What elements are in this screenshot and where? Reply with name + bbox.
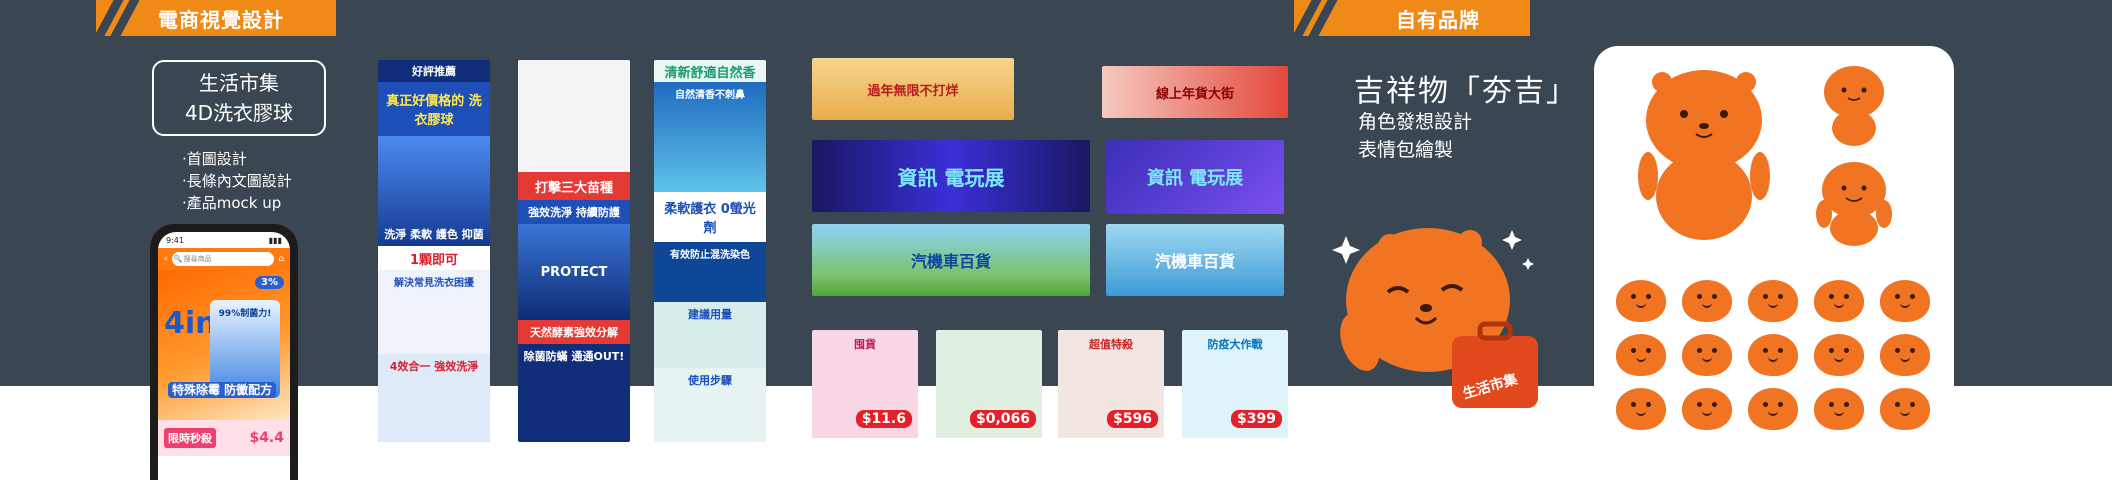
cart-icon: ⌂	[278, 254, 284, 264]
sale-price: $4.4	[249, 430, 284, 446]
mascot-full-body	[1638, 70, 1770, 240]
back-icon: ‹	[164, 254, 168, 264]
sticker-face	[1748, 280, 1798, 322]
banner-title: 汽機車百貨	[910, 252, 991, 271]
status-bar: 9:41 ▮▮▮	[158, 232, 290, 248]
banner-title: 過年無限不打烊	[867, 83, 959, 99]
sale-bar: 限時秒殺 $4.4	[158, 420, 290, 456]
mascot-sub-line: 角色發想設計	[1358, 111, 1473, 133]
panel-segment: 自然清香不刺鼻	[654, 82, 766, 192]
panel-segment: 真正好價格的 洗衣膠球	[378, 82, 490, 136]
banner-game-expo-wide: 資訊 電玩展	[812, 140, 1090, 212]
panel-segment: 有效防止混洗染色	[654, 242, 766, 302]
banner-title: 資訊 電玩展	[897, 165, 1005, 190]
sticker-face	[1682, 280, 1732, 322]
square-ad-1: 囤貨 $11.6	[812, 330, 918, 438]
percent-badge: 3%	[255, 276, 284, 289]
sticker-face	[1880, 334, 1930, 376]
mascot-small-1	[1824, 66, 1884, 146]
search-row: ‹ 搜尋商品 ⌂	[158, 248, 290, 270]
banner-vehicle-wide: 汽機車百貨	[812, 224, 1090, 296]
panel-image	[518, 60, 630, 172]
mascot-card	[1594, 46, 1954, 450]
banner-title: 資訊 電玩展	[1146, 168, 1244, 189]
panel-segment: PROTECT	[518, 224, 630, 320]
panel-segment: 除菌防蟎 通通OUT!	[518, 344, 630, 442]
product-banner: 3% 4in1 99%制菌力! 特殊除霉 防黴配方	[158, 270, 290, 420]
mascot-title: 吉祥物「夯吉」	[1354, 74, 1578, 109]
sticker-face	[1616, 388, 1666, 430]
header-own-brand: 自有品牌	[1292, 0, 1530, 36]
panel-segment: 建議用量	[654, 302, 766, 368]
project-name-box: 生活市集 4D洗衣膠球	[152, 60, 326, 136]
sticker-face	[1748, 334, 1798, 376]
header-own-brand-label: 自有品牌	[1396, 7, 1480, 32]
square-price: $596	[1107, 410, 1158, 428]
panel-segment: 解決常見洗衣困擾	[378, 270, 490, 354]
square-price: $11.6	[855, 410, 912, 428]
sticker-face	[1814, 334, 1864, 376]
square-ad-2: $0,066	[936, 330, 1042, 438]
bullet-item: ‧首圖設計	[182, 150, 247, 168]
project-name-line2: 4D洗衣膠球	[184, 101, 294, 125]
mascot-sub-line: 表情包繪製	[1358, 139, 1454, 161]
sticker-face	[1616, 334, 1666, 376]
sticker-face	[1682, 334, 1732, 376]
header-ecommerce-label: 電商視覺設計	[158, 7, 284, 32]
long-image-panel-3: 清新舒適自然香 自然清香不刺鼻 柔軟護衣 0螢光劑 有效防止混洗染色 建議用量 …	[654, 60, 766, 442]
product-text: 99%制菌力!	[218, 309, 272, 319]
search-input[interactable]: 搜尋商品	[171, 252, 275, 266]
square-title: 防疫大作戰	[1207, 338, 1263, 351]
mascot-illustration	[1332, 228, 1538, 408]
sticker-face	[1616, 280, 1666, 322]
bullet-item: ‧長條內文圖設計	[182, 172, 292, 190]
mascot-subtitle: 角色發想設計 表情包繪製	[1358, 108, 1472, 164]
long-image-panel-1: 好評推薦 真正好價格的 洗衣膠球 洗淨 柔軟 護色 抑菌 1顆即可 解決常見洗衣…	[378, 60, 490, 442]
panel-segment: 1顆即可	[378, 246, 490, 270]
battery-icon: ▮▮▮	[268, 235, 282, 245]
sticker-face	[1682, 388, 1732, 430]
sticker-face	[1814, 280, 1864, 322]
sticker-face	[1814, 388, 1864, 430]
banner-new-year: 過年無限不打烊	[812, 58, 1014, 120]
banner-market: 線上年貨大街	[1102, 66, 1288, 118]
banner-game-expo: 資訊 電玩展	[1106, 140, 1284, 214]
phone-screen: 9:41 ▮▮▮ ‹ 搜尋商品 ⌂ 3% 4in1 99%制菌力! 特殊除霉 防…	[158, 232, 290, 480]
square-ad-3: 超值特殺 $596	[1058, 330, 1164, 438]
sticker-face	[1880, 280, 1930, 322]
panel-segment: 強效洗淨 持續防護	[518, 200, 630, 224]
panel-segment: 打擊三大苗種	[518, 172, 630, 200]
square-title: 囤貨	[854, 338, 876, 351]
feature-text: 特殊除霉 防黴配方	[168, 382, 277, 398]
panel-segment: 清新舒適自然香	[654, 60, 766, 82]
status-time: 9:41	[166, 235, 184, 245]
mascot-small-2	[1816, 162, 1892, 246]
panel-segment: 洗淨 柔軟 護色 抑菌	[378, 136, 490, 246]
sticker-face	[1880, 388, 1930, 430]
panel-segment: 使用步驟	[654, 368, 766, 442]
banner-title: 汽機車百貨	[1154, 252, 1235, 271]
sale-tag: 限時秒殺	[164, 428, 216, 448]
project-name-line1: 生活市集	[199, 71, 279, 95]
square-ad-4: 防疫大作戰 $399	[1182, 330, 1288, 438]
stripe-icon	[1292, 0, 1338, 36]
header-ecommerce: 電商視覺設計	[94, 0, 336, 36]
square-price: $0,066	[969, 410, 1036, 428]
panel-segment: 4效合一 強效洗淨	[378, 354, 490, 442]
panel-segment: 柔軟護衣 0螢光劑	[654, 192, 766, 242]
long-image-panel-2: 打擊三大苗種 強效洗淨 持續防護 PROTECT 天然酵素強效分解 除菌防蟎 通…	[518, 60, 630, 442]
panel-segment: 好評推薦	[378, 60, 490, 82]
banner-vehicle: 汽機車百貨	[1106, 224, 1284, 296]
bullet-item: ‧產品mock up	[182, 194, 282, 212]
panel-segment: 天然酵素強效分解	[518, 320, 630, 344]
square-price: $399	[1231, 410, 1282, 428]
project-bullets: ‧首圖設計 ‧長條內文圖設計 ‧產品mock up	[182, 148, 292, 214]
phone-mockup: 9:41 ▮▮▮ ‹ 搜尋商品 ⌂ 3% 4in1 99%制菌力! 特殊除霉 防…	[150, 224, 298, 480]
stripe-icon	[94, 0, 140, 36]
square-title: 超值特殺	[1089, 338, 1133, 351]
sticker-face	[1748, 388, 1798, 430]
banner-title: 線上年貨大街	[1155, 86, 1234, 102]
